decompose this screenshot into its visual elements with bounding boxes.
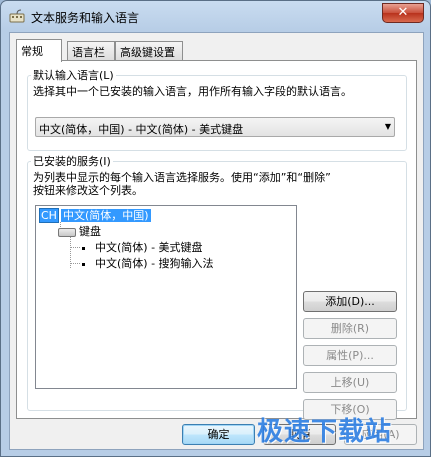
tree-connector [70, 247, 80, 248]
keyboard-icon [58, 227, 76, 237]
close-button[interactable]: ✕ [382, 3, 424, 23]
tab-panel-general: 默认输入语言(L) 选择其中一个已安装的输入语言，用作所有输入字段的默认语言。 … [16, 60, 417, 420]
tree-item-sogou[interactable]: 中文(简体) - 搜狗输入法 [80, 256, 214, 271]
tab-general-label: 常规 [21, 45, 43, 58]
default-language-group-title: 默认输入语言(L) [31, 67, 116, 83]
move-up-button[interactable]: 上移(U) [303, 372, 397, 393]
default-language-value: 中文(简体，中国) - 中文(简体) - 美式键盘 [39, 123, 244, 136]
tree-node-keyboard[interactable]: 键盘 [58, 224, 101, 239]
default-language-description: 选择其中一个已安装的输入语言，用作所有输入字段的默认语言。 [33, 85, 352, 98]
window-title: 文本服务和输入语言 [31, 11, 140, 25]
keyboard-app-icon [9, 9, 25, 23]
installed-services-description: 为列表中显示的每个输入语言选择服务。使用“添加”和“删除” 按钮来修改这个列表。 [33, 171, 331, 197]
installed-description-line-1: 为列表中显示的每个输入语言选择服务。使用“添加”和“删除” [33, 171, 331, 184]
watermark-logo: 极速下载站 [257, 417, 393, 447]
tree-item-label: 中文(简体) - 美式键盘 [95, 241, 203, 254]
tree-node-language-label: 中文(简体，中国) [60, 209, 151, 222]
tab-advanced-keys-label: 高级键设置 [120, 46, 175, 59]
tree-connector [70, 263, 80, 264]
properties-button[interactable]: 属性(P)... [303, 345, 397, 366]
tab-advanced-keys[interactable]: 高级键设置 [115, 41, 183, 61]
installed-services-tree[interactable]: CH 中文(简体，中国) 键盘 中文(简体) - 美式键盘 中文(简体) - 搜狗… [35, 205, 297, 389]
installed-description-line-2: 按钮来修改这个列表。 [33, 184, 143, 197]
tab-language-bar[interactable]: 语言栏 [67, 41, 115, 61]
chevron-down-icon: ▼ [384, 122, 391, 131]
bullet-icon [82, 246, 85, 250]
default-language-select[interactable]: 中文(简体，中国) - 中文(简体) - 美式键盘 ▼ [35, 117, 395, 137]
tree-item-us-keyboard[interactable]: 中文(简体) - 美式键盘 [80, 240, 203, 255]
language-code-badge: CH [39, 208, 59, 223]
dialog-body: 常规 语言栏 高级键设置 默认输入语言(L) 选择其中一个已安装的输入语言，用作… [9, 32, 424, 450]
tree-node-language[interactable]: CH 中文(简体，中国) [39, 208, 151, 223]
dialog-window: 文本服务和输入语言 ✕ 常规 语言栏 高级键设置 默认输入语言(L) 选择其中一… [0, 0, 431, 457]
ok-button[interactable]: 确定 [182, 424, 255, 445]
close-icon: ✕ [397, 5, 409, 20]
remove-button[interactable]: 删除(R) [303, 318, 397, 339]
tab-general[interactable]: 常规 [16, 39, 62, 62]
bullet-icon [82, 262, 85, 266]
tree-item-label: 中文(简体) - 搜狗输入法 [95, 257, 214, 270]
add-button[interactable]: 添加(D)... [303, 291, 397, 312]
tab-language-bar-label: 语言栏 [72, 46, 105, 59]
tree-node-keyboard-label: 键盘 [79, 225, 101, 238]
title-bar[interactable]: 文本服务和输入语言 ✕ [1, 1, 430, 31]
installed-services-group-title: 已安装的服务(I) [31, 153, 113, 169]
